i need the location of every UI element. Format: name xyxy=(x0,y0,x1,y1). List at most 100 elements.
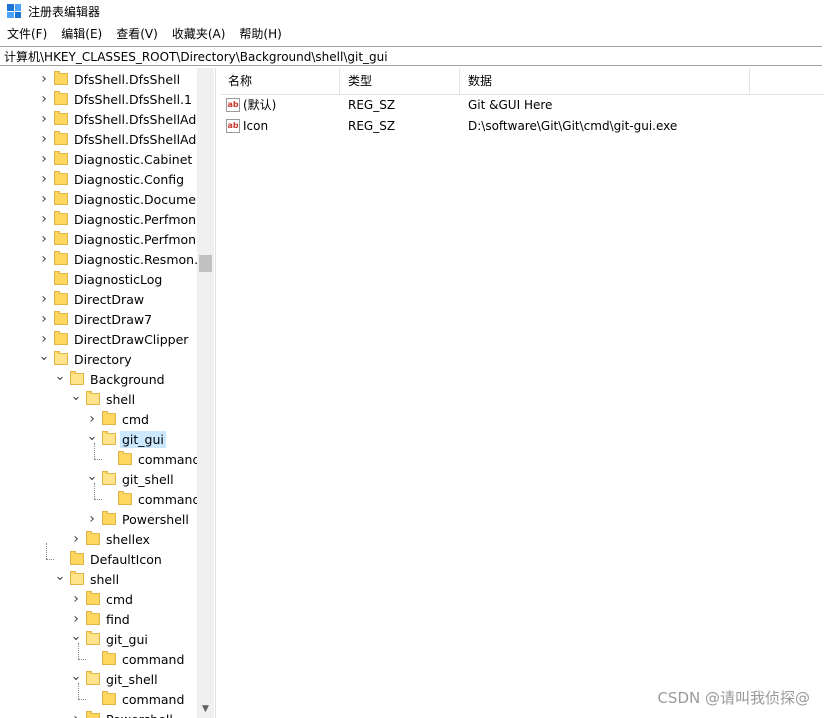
chevron-right-icon[interactable]: › xyxy=(70,711,82,718)
chevron-right-icon[interactable]: › xyxy=(70,591,82,607)
tree-item[interactable]: › DfsShell.DfsShellAdm xyxy=(38,129,210,149)
tree-item[interactable]: ⌄ git_shell xyxy=(86,469,176,489)
chevron-right-icon[interactable]: › xyxy=(38,91,50,107)
value-row[interactable]: ab Icon REG_SZ D:\software\Git\Git\cmd\gi… xyxy=(220,115,750,136)
tree-item[interactable]: › Diagnostic.Config xyxy=(38,169,186,189)
tree-item[interactable]: › Powershell xyxy=(86,509,191,529)
tree-connector xyxy=(94,499,102,500)
registry-editor-icon xyxy=(7,4,21,18)
folder-icon xyxy=(54,271,68,285)
menu-file[interactable]: 文件(F) xyxy=(0,24,54,45)
tree-item-label: cmd xyxy=(106,591,133,607)
chevron-down-icon[interactable]: ⌄ xyxy=(70,389,82,404)
chevron-right-icon[interactable]: › xyxy=(38,251,50,267)
chevron-right-icon[interactable]: › xyxy=(38,111,50,127)
tree-item[interactable]: › shellex xyxy=(70,529,152,549)
key-tree[interactable]: › DfsShell.DfsShell › DfsShell.DfsShell.1 › D… xyxy=(0,68,216,718)
tree-item[interactable]: command xyxy=(102,449,202,469)
value-type: REG_SZ xyxy=(348,118,396,133)
folder-icon xyxy=(54,151,68,165)
chevron-right-icon[interactable]: › xyxy=(38,291,50,307)
tree-item[interactable]: ⌄ Background xyxy=(54,369,167,389)
tree-item[interactable]: › Diagnostic.Perfmon.D xyxy=(38,229,212,249)
tree-item[interactable]: › DirectDraw7 xyxy=(38,309,154,329)
tree-item-label: DirectDraw7 xyxy=(74,311,153,327)
chevron-right-icon[interactable]: › xyxy=(38,311,50,327)
tree-connector xyxy=(78,683,79,699)
chevron-down-icon[interactable]: ⌄ xyxy=(86,429,98,444)
tree-item[interactable]: command xyxy=(86,689,186,709)
tree-item[interactable]: › cmd xyxy=(86,409,151,429)
values-list[interactable]: 名称 类型 数据 ab (默认) REG_SZ Git &GUI Here ab I… xyxy=(220,68,824,718)
column-header-type[interactable]: 类型 xyxy=(340,68,460,94)
chevron-right-icon[interactable]: › xyxy=(86,411,98,427)
folder-icon xyxy=(54,331,68,345)
chevron-right-icon[interactable]: › xyxy=(38,191,50,207)
tree-item-label: DfsShell.DfsShellAdm xyxy=(74,131,209,147)
tree-item[interactable]: › DirectDraw xyxy=(38,289,146,309)
menu-help[interactable]: 帮助(H) xyxy=(232,24,288,45)
chevron-right-icon[interactable]: › xyxy=(38,331,50,347)
folder-icon xyxy=(54,91,68,105)
tree-item[interactable]: ⌄ git_gui xyxy=(86,429,166,449)
watermark: CSDN @请叫我侦探@ xyxy=(657,689,810,707)
tree-item[interactable]: › Powershell xyxy=(70,709,175,718)
tree-item[interactable]: › DfsShell.DfsShell.1 xyxy=(38,89,194,109)
tree-item[interactable]: ⌄ shell xyxy=(54,569,121,589)
tree-item[interactable]: ⌄ Directory xyxy=(38,349,134,369)
tree-item-label: Directory xyxy=(74,351,132,367)
chevron-down-icon[interactable]: ⌄ xyxy=(38,349,50,364)
address-bar[interactable]: 计算机\HKEY_CLASSES_ROOT\Directory\Backgrou… xyxy=(0,46,822,66)
string-value-icon: ab xyxy=(226,118,240,133)
tree-item-label: cmd xyxy=(122,411,149,427)
menu-favorites[interactable]: 收藏夹(A) xyxy=(165,24,233,45)
chevron-right-icon[interactable]: › xyxy=(38,171,50,187)
tree-item[interactable]: ⌄ git_gui xyxy=(70,629,150,649)
tree-item[interactable]: › DfsShell.DfsShellAdm xyxy=(38,109,210,129)
value-data: Git &GUI Here xyxy=(468,97,553,112)
scrollbar-thumb[interactable] xyxy=(199,255,212,272)
value-row[interactable]: ab (默认) REG_SZ Git &GUI Here xyxy=(220,94,750,115)
tree-scrollbar[interactable]: ▼ xyxy=(197,68,214,718)
tree-item[interactable]: ⌄ git_shell xyxy=(70,669,160,689)
folder-icon xyxy=(54,171,68,185)
chevron-right-icon[interactable]: › xyxy=(38,131,50,147)
chevron-down-icon[interactable]: ⌄ xyxy=(86,469,98,484)
tree-item[interactable]: › DirectDrawClipper xyxy=(38,329,190,349)
folder-icon xyxy=(102,471,116,485)
column-header-name[interactable]: 名称 xyxy=(220,68,340,94)
tree-item[interactable]: DiagnosticLog xyxy=(38,269,164,289)
chevron-right-icon[interactable]: › xyxy=(38,231,50,247)
chevron-right-icon[interactable]: › xyxy=(86,511,98,527)
tree-item[interactable]: › Diagnostic.Document xyxy=(38,189,211,209)
tree-item[interactable]: › cmd xyxy=(70,589,135,609)
scroll-down-icon[interactable]: ▼ xyxy=(197,701,214,718)
tree-item[interactable]: › find xyxy=(70,609,132,629)
chevron-down-icon[interactable]: ⌄ xyxy=(70,629,82,644)
chevron-right-icon[interactable]: › xyxy=(70,611,82,627)
tree-item[interactable]: ⌄ shell xyxy=(70,389,137,409)
tree-item[interactable]: DefaultIcon xyxy=(54,549,164,569)
tree-item[interactable]: command xyxy=(102,489,202,509)
chevron-down-icon[interactable]: ⌄ xyxy=(54,569,66,584)
chevron-right-icon[interactable]: › xyxy=(38,211,50,227)
chevron-right-icon[interactable]: › xyxy=(38,71,50,87)
menu-view[interactable]: 查看(V) xyxy=(109,24,165,45)
tree-item[interactable]: › Diagnostic.Perfmon.C xyxy=(38,209,211,229)
tree-item[interactable]: › Diagnostic.Cabinet xyxy=(38,149,194,169)
chevron-right-icon[interactable]: › xyxy=(70,531,82,547)
window-title: 注册表编辑器 xyxy=(28,4,101,19)
chevron-right-icon[interactable]: › xyxy=(38,151,50,167)
menu-edit[interactable]: 编辑(E) xyxy=(54,24,109,45)
chevron-down-icon[interactable]: ⌄ xyxy=(70,669,82,684)
tree-item[interactable]: › DfsShell.DfsShell xyxy=(38,69,182,89)
folder-icon xyxy=(54,131,68,145)
tree-item-label: DirectDrawClipper xyxy=(74,331,189,347)
tree-item[interactable]: command xyxy=(86,649,186,669)
tree-item-label: git_shell xyxy=(106,671,158,687)
chevron-down-icon[interactable]: ⌄ xyxy=(54,369,66,384)
column-header-data[interactable]: 数据 xyxy=(460,68,750,94)
tree-connector xyxy=(46,543,47,559)
tree-item[interactable]: › Diagnostic.Resmon.C xyxy=(38,249,209,269)
